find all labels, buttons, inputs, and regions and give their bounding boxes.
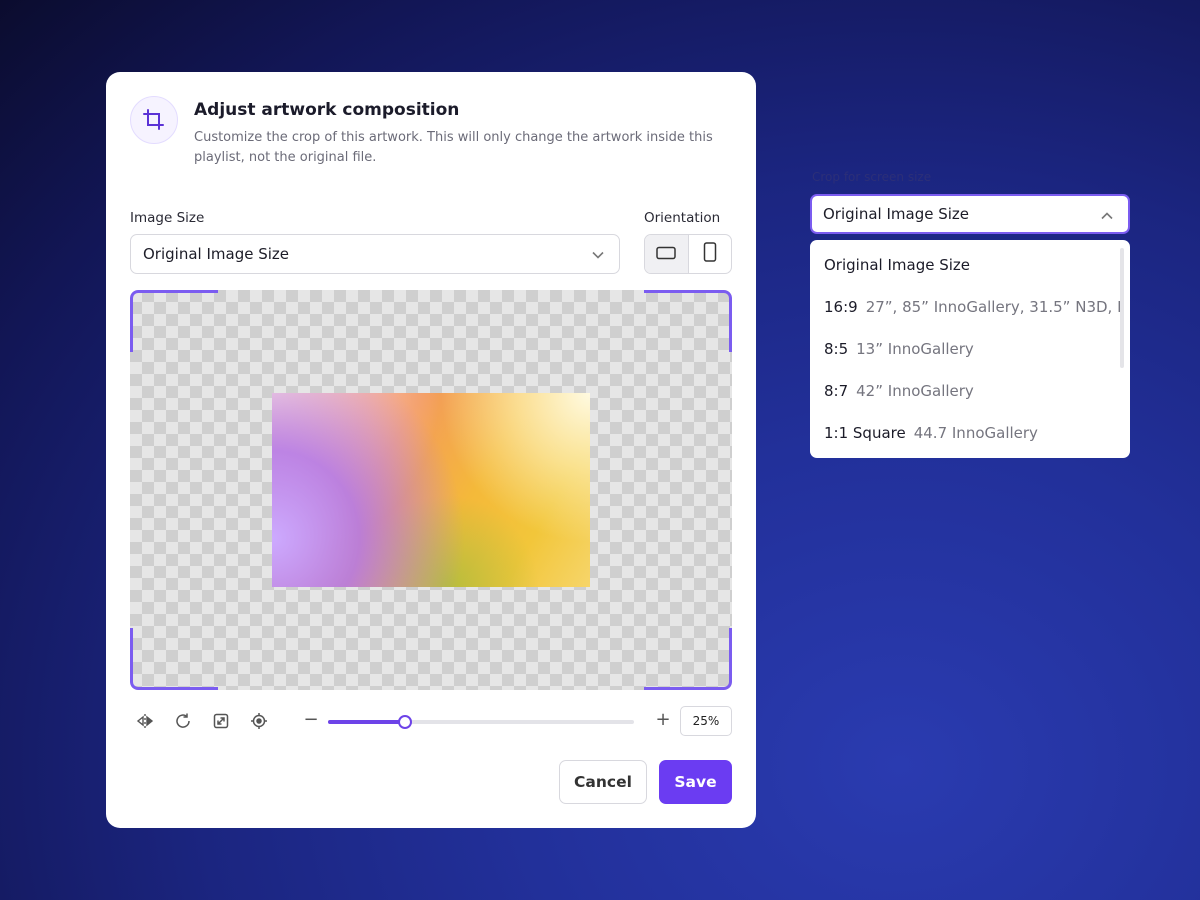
crop-icon: [130, 96, 178, 144]
dialog-subtitle: Customize the crop of this artwork. This…: [194, 130, 713, 165]
rotate-icon[interactable]: [173, 711, 193, 731]
cancel-button[interactable]: Cancel: [559, 760, 647, 804]
dropdown-option[interactable]: 8:7 42” InnoGallery: [824, 370, 1124, 412]
dropdown-option[interactable]: 16:9 27”, 85” InnoGallery, 31.5” N3D, Éc: [824, 286, 1124, 328]
orientation-toggle: [644, 234, 732, 274]
save-button[interactable]: Save: [659, 760, 732, 804]
dropdown-scrollbar[interactable]: [1120, 248, 1124, 368]
crop-screen-size-select[interactable]: Original Image Size: [810, 194, 1130, 234]
dropdown-option[interactable]: Original Image Size: [824, 244, 1124, 286]
chevron-up-icon: [1100, 209, 1114, 227]
center-focus-icon[interactable]: [249, 711, 269, 731]
crop-handle-top-left[interactable]: [130, 290, 218, 352]
adjust-artwork-dialog: Adjust artwork composition Customize the…: [106, 72, 756, 828]
zoom-slider-fill: [328, 720, 405, 724]
portrait-icon: [703, 242, 717, 266]
crop-handle-bottom-right[interactable]: [644, 628, 732, 690]
crop-screen-size-label: Crop for screen size: [812, 170, 932, 184]
crop-handle-top-right[interactable]: [644, 290, 732, 352]
screen-size-dropdown: Original Image Size 16:9 27”, 85” InnoGa…: [810, 240, 1130, 458]
image-size-label: Image Size: [130, 210, 205, 226]
dropdown-option[interactable]: 1:1 Square 44.7 InnoGallery: [824, 412, 1124, 454]
zoom-slider-thumb[interactable]: [397, 715, 412, 729]
crop-toolbar: − + 25%: [130, 706, 732, 736]
orientation-label: Orientation: [644, 210, 721, 226]
dropdown-option[interactable]: 8:5 13” InnoGallery: [824, 328, 1124, 370]
fit-screen-icon[interactable]: [211, 711, 231, 731]
image-size-value: Original Image Size: [143, 245, 290, 263]
landscape-icon: [656, 245, 676, 264]
zoom-slider[interactable]: [328, 715, 634, 729]
zoom-out-icon[interactable]: −: [303, 709, 319, 730]
crop-screen-size-value: Original Image Size: [823, 205, 970, 223]
crop-handle-bottom-left[interactable]: [130, 628, 218, 690]
artwork-image[interactable]: [272, 393, 590, 587]
portrait-button[interactable]: [689, 235, 732, 273]
dialog-title: Adjust artwork composition: [194, 100, 460, 120]
chevron-down-icon: [591, 248, 605, 266]
landscape-button[interactable]: [645, 235, 689, 273]
image-size-select[interactable]: Original Image Size: [130, 234, 620, 274]
zoom-in-icon[interactable]: +: [655, 709, 671, 730]
crop-canvas[interactable]: [130, 290, 732, 690]
zoom-percent-input[interactable]: 25%: [680, 706, 732, 736]
flip-horizontal-icon[interactable]: [135, 711, 155, 731]
